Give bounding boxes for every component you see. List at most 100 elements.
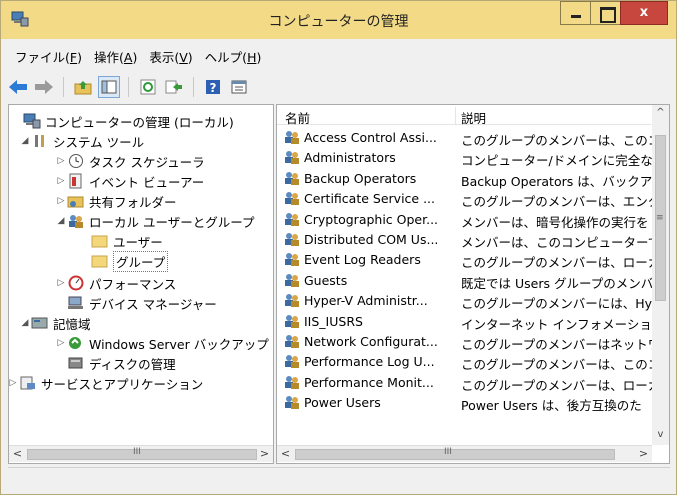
group-name: Access Control Assi... — [304, 130, 437, 145]
scrollbar-grip: III — [444, 447, 452, 457]
tree-node-shared-folders[interactable]: ▷ 共有フォルダー — [55, 191, 177, 211]
menu-file[interactable]: ファイル(F) — [9, 45, 88, 67]
backup-icon — [69, 337, 81, 349]
scroll-right-arrow-icon[interactable]: > — [635, 446, 652, 463]
expand-arrow-icon[interactable]: ▷ — [55, 196, 67, 206]
scroll-up-arrow-icon[interactable]: ^ — [652, 105, 669, 122]
disk-management-icon — [68, 357, 83, 369]
list-item[interactable]: IIS_IUSRS インターネット インフォメーション サ — [277, 311, 653, 332]
back-button[interactable] — [7, 76, 29, 98]
title-bar[interactable]: コンピューターの管理 x — [1, 1, 676, 39]
minimize-button[interactable] — [560, 1, 591, 25]
column-header-description[interactable]: 説明 — [461, 108, 486, 127]
storage-icon — [31, 317, 48, 329]
collapse-arrow-icon[interactable]: ◢ — [19, 318, 31, 328]
list-item[interactable]: Access Control Assi... このグループのメンバーは、このコン — [277, 127, 653, 148]
help-button[interactable]: ? — [202, 76, 224, 98]
list-item[interactable]: Performance Monit... このグループのメンバーは、ローカル — [277, 372, 653, 393]
menu-help[interactable]: ヘルプ(H) — [199, 45, 268, 67]
close-button[interactable]: x — [620, 1, 668, 25]
scroll-down-arrow-icon[interactable]: v — [652, 427, 669, 444]
refresh-button[interactable] — [137, 76, 159, 98]
tree-node-event-viewer[interactable]: ▷ イベント ビューアー — [55, 171, 204, 191]
group-description: このグループのメンバーは、エンター — [461, 194, 653, 210]
group-description: メンバーは、暗号化操作の実行を — [461, 214, 649, 230]
forward-button[interactable] — [33, 76, 55, 98]
tree-node-computer-management[interactable]: コンピューターの管理 (ローカル) — [11, 111, 234, 131]
list-item[interactable]: Distributed COM Us... メンバーは、このコンピューターで分 — [277, 229, 653, 250]
list-item[interactable]: Power Users Power Users は、後方互換のた — [277, 392, 651, 413]
list-item[interactable]: Backup Operators Backup Operators は、バックア — [277, 168, 653, 189]
export-list-button[interactable] — [163, 76, 185, 98]
expand-arrow-icon[interactable]: ▷ — [9, 378, 19, 388]
collapse-arrow-icon[interactable]: ◢ — [19, 136, 31, 146]
group-description: このグループのメンバーは、このコン — [461, 357, 653, 373]
maximize-button[interactable] — [590, 1, 621, 25]
scroll-left-arrow-icon[interactable]: < — [9, 446, 26, 463]
list-header: 名前 説明 — [277, 105, 651, 127]
collapse-arrow-icon[interactable]: ◢ — [55, 216, 67, 226]
list-item[interactable]: Hyper-V Administr... このグループのメンバーには、Hype — [277, 290, 653, 311]
tree-node-device-manager[interactable]: デバイス マネージャー — [67, 293, 217, 313]
list-item[interactable]: Guests 既定では Users グループのメンバ — [277, 270, 653, 291]
column-header-name[interactable]: 名前 — [285, 108, 310, 127]
expand-arrow-icon[interactable]: ▷ — [55, 176, 67, 186]
group-icon — [283, 211, 301, 227]
scrollbar-thumb[interactable]: III — [295, 447, 615, 460]
group-name: Guests — [304, 272, 348, 288]
group-description: このグループのメンバーはネットワー — [461, 337, 653, 352]
expand-arrow-icon[interactable]: ▷ — [55, 156, 67, 166]
toolbar-separator — [193, 77, 194, 97]
menu-bar: ファイル(F) 操作(A) 表示(V) ヘルプ(H) — [9, 45, 267, 67]
tree-node-performance[interactable]: ▷ パフォーマンス — [55, 273, 176, 293]
folder-icon — [91, 255, 108, 268]
group-name: Cryptographic Oper... — [304, 211, 439, 227]
properties-button[interactable] — [228, 76, 250, 98]
list-item[interactable]: Performance Log U... このグループのメンバーは、このコン — [277, 351, 653, 373]
scroll-left-arrow-icon[interactable]: < — [277, 446, 294, 463]
list-item[interactable]: Administrators コンピューター/ドメインに完全なアク — [277, 147, 653, 168]
folder-icon — [91, 235, 108, 248]
shared-folder-icon — [67, 196, 84, 208]
tree-node-groups[interactable]: グループ — [91, 250, 169, 272]
up-folder-icon — [74, 81, 92, 95]
menu-view[interactable]: 表示(V) — [143, 45, 198, 67]
up-one-level-button[interactable] — [72, 76, 94, 98]
back-arrow-icon — [9, 80, 27, 94]
list-horizontal-scrollbar[interactable]: < III > — [277, 445, 652, 462]
group-name: Event Log Readers — [304, 252, 421, 268]
list-item[interactable]: Cryptographic Oper... メンバーは、暗号化操作の実行を — [277, 209, 651, 230]
expand-arrow-icon[interactable]: ▷ — [55, 338, 67, 348]
tree-node-disk-management[interactable]: ディスクの管理 — [67, 353, 176, 373]
tree-node-windows-server-backup[interactable]: ▷ Windows Server バックアップ — [55, 333, 269, 353]
list-item[interactable]: Event Log Readers このグループのメンバーは、ローカル — [277, 249, 653, 270]
tree-node-local-users-and-groups[interactable]: ◢ ローカル ユーザーとグループ — [55, 211, 255, 231]
tree-node-storage[interactable]: ◢ 記憶域 — [19, 313, 91, 333]
tree-node-users[interactable]: ユーザー — [91, 231, 163, 251]
menu-action[interactable]: 操作(A) — [88, 45, 143, 67]
performance-icon — [68, 275, 84, 291]
scroll-right-arrow-icon[interactable]: > — [256, 446, 273, 463]
console-tree-pane[interactable]: コンピューターの管理 (ローカル) ◢ システム ツール ▷ タスク スケジュー… — [8, 104, 274, 464]
group-description: Backup Operators は、バックア — [461, 173, 653, 189]
toolbar-separator — [63, 77, 64, 97]
tree-horizontal-scrollbar[interactable]: < III > — [9, 445, 273, 462]
help-icon: ? — [206, 80, 220, 95]
tree-node-task-scheduler[interactable]: ▷ タスク スケジューラ — [55, 151, 205, 171]
list-item[interactable]: Network Configurat... このグループのメンバーはネットワー — [277, 331, 653, 352]
tree-node-system-tools[interactable]: ◢ システム ツール — [19, 131, 145, 151]
scrollbar-thumb[interactable]: III — [27, 447, 257, 460]
group-description: このグループのメンバーは、ローカル — [461, 377, 653, 393]
system-tools-icon — [35, 135, 44, 147]
group-description: メンバーは、このコンピューターで分 — [461, 235, 653, 250]
group-name: Certificate Service ... — [304, 191, 435, 207]
results-list-pane[interactable]: 名前 説明 Access Control Assi... このグループのメンバーは… — [276, 104, 670, 464]
list-vertical-scrollbar[interactable]: ^ ≡ v — [652, 105, 669, 445]
expand-arrow-icon[interactable]: ▷ — [55, 278, 67, 288]
show-hide-console-tree-button[interactable] — [98, 76, 120, 98]
group-name: IIS_IUSRS — [304, 313, 363, 329]
tree-node-services-and-applications[interactable]: ▷ サービスとアプリケーション — [9, 373, 203, 393]
group-description: このグループのメンバーは、このコン — [461, 133, 653, 148]
list-item[interactable]: Certificate Service ... このグループのメンバーは、エンター — [277, 188, 653, 210]
column-divider[interactable] — [455, 107, 456, 124]
